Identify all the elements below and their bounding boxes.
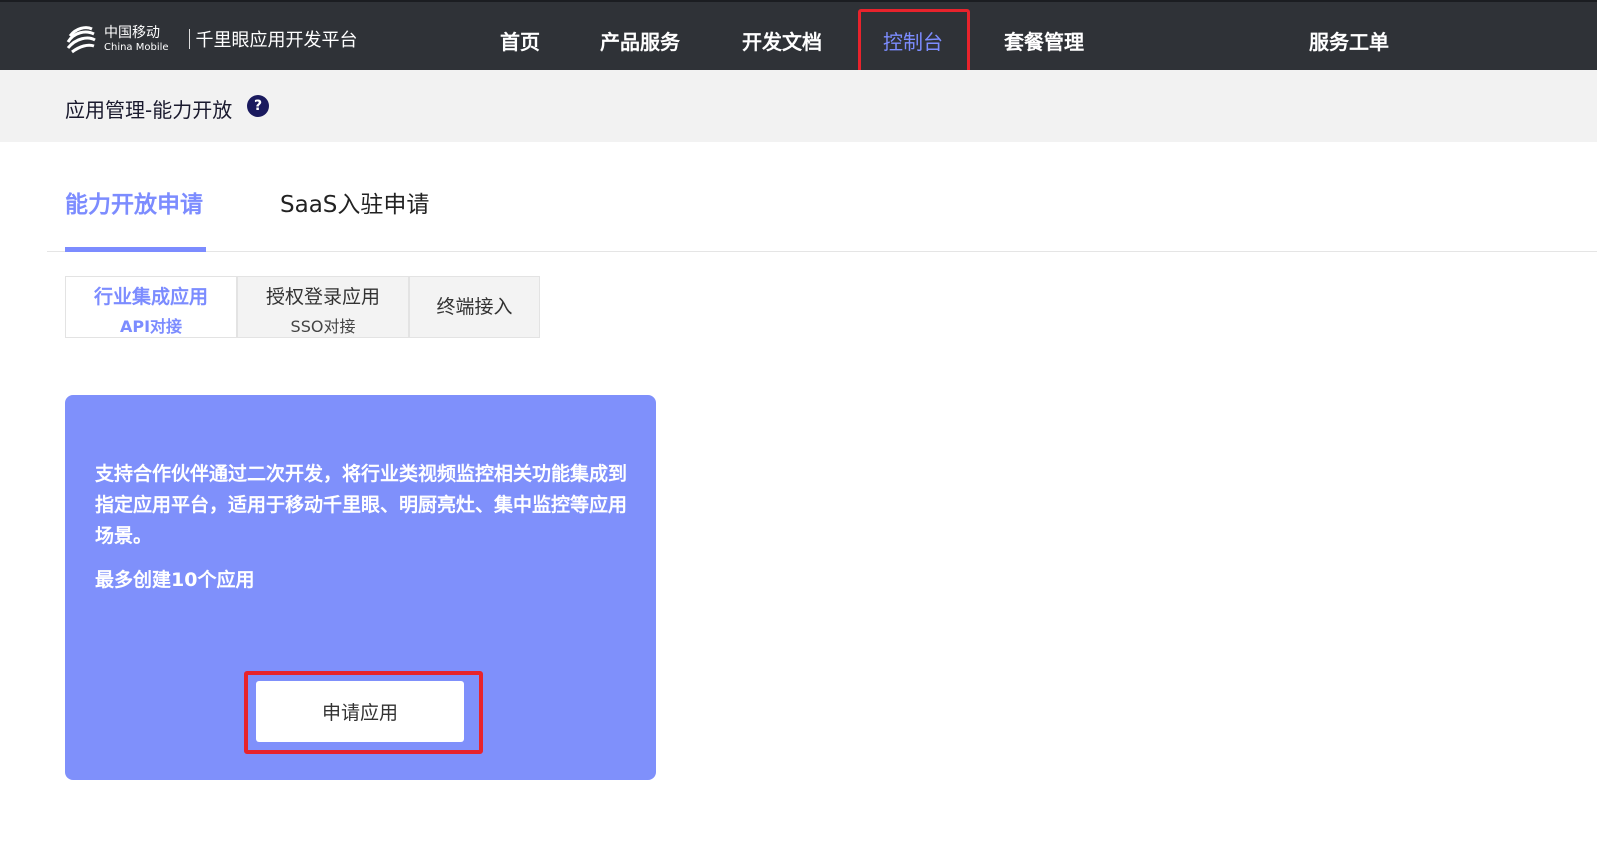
logo-divider xyxy=(188,29,190,49)
tab-saas-apply[interactable]: SaaS入驻申请 xyxy=(280,185,429,219)
logo-en: China Mobile xyxy=(104,41,169,53)
segment-industry-app[interactable]: 行业集成应用 API对接 xyxy=(65,276,237,338)
platform-name: 千里眼应用开发平台 xyxy=(195,30,358,51)
segment-subtitle: API对接 xyxy=(119,317,183,336)
card-description: 支持合作伙伴通过二次开发，将行业类视频监控相关功能集成到指定应用平台，适用于移动… xyxy=(95,463,628,547)
console-highlight-box xyxy=(858,9,970,78)
top-navbar: 中国移动 China Mobile 千里眼应用开发平台 首页 产品服务 开发文档… xyxy=(0,0,1597,70)
segment-title: 行业集成应用 xyxy=(93,286,208,308)
nav-plans[interactable]: 套餐管理 xyxy=(1004,26,1084,55)
card-limit-text: 最多创建10个应用 xyxy=(95,569,255,591)
segment-title: 授权登录应用 xyxy=(265,286,380,308)
nav-tickets[interactable]: 服务工单 xyxy=(1309,26,1389,55)
nav-docs[interactable]: 开发文档 xyxy=(742,26,822,55)
tab-capability-apply[interactable]: 能力开放申请 xyxy=(65,185,203,219)
logo-text: 中国移动 China Mobile xyxy=(104,26,169,53)
page-header-band: 应用管理-能力开放 ? xyxy=(0,70,1597,142)
logo-cn: 中国移动 xyxy=(104,24,160,41)
china-mobile-logo-icon xyxy=(64,22,98,56)
tab-divider xyxy=(47,251,1597,252)
help-icon[interactable]: ? xyxy=(247,95,269,117)
segment-title: 终端接入 xyxy=(436,296,513,318)
segment-subtitle: SSO对接 xyxy=(290,317,356,336)
active-tab-indicator xyxy=(65,247,206,252)
brand-logo[interactable]: 中国移动 China Mobile 千里眼应用开发平台 xyxy=(64,22,358,56)
nav-home[interactable]: 首页 xyxy=(500,26,540,55)
apply-button-highlight-box xyxy=(244,671,483,754)
capability-card: 支持合作伙伴通过二次开发，将行业类视频监控相关功能集成到指定应用平台，适用于移动… xyxy=(65,395,656,780)
nav-products[interactable]: 产品服务 xyxy=(600,26,680,55)
page-title: 应用管理-能力开放 xyxy=(65,98,233,122)
segment-terminal-access[interactable]: 终端接入 xyxy=(409,276,540,338)
segment-sso-app[interactable]: 授权登录应用 SSO对接 xyxy=(237,276,409,338)
